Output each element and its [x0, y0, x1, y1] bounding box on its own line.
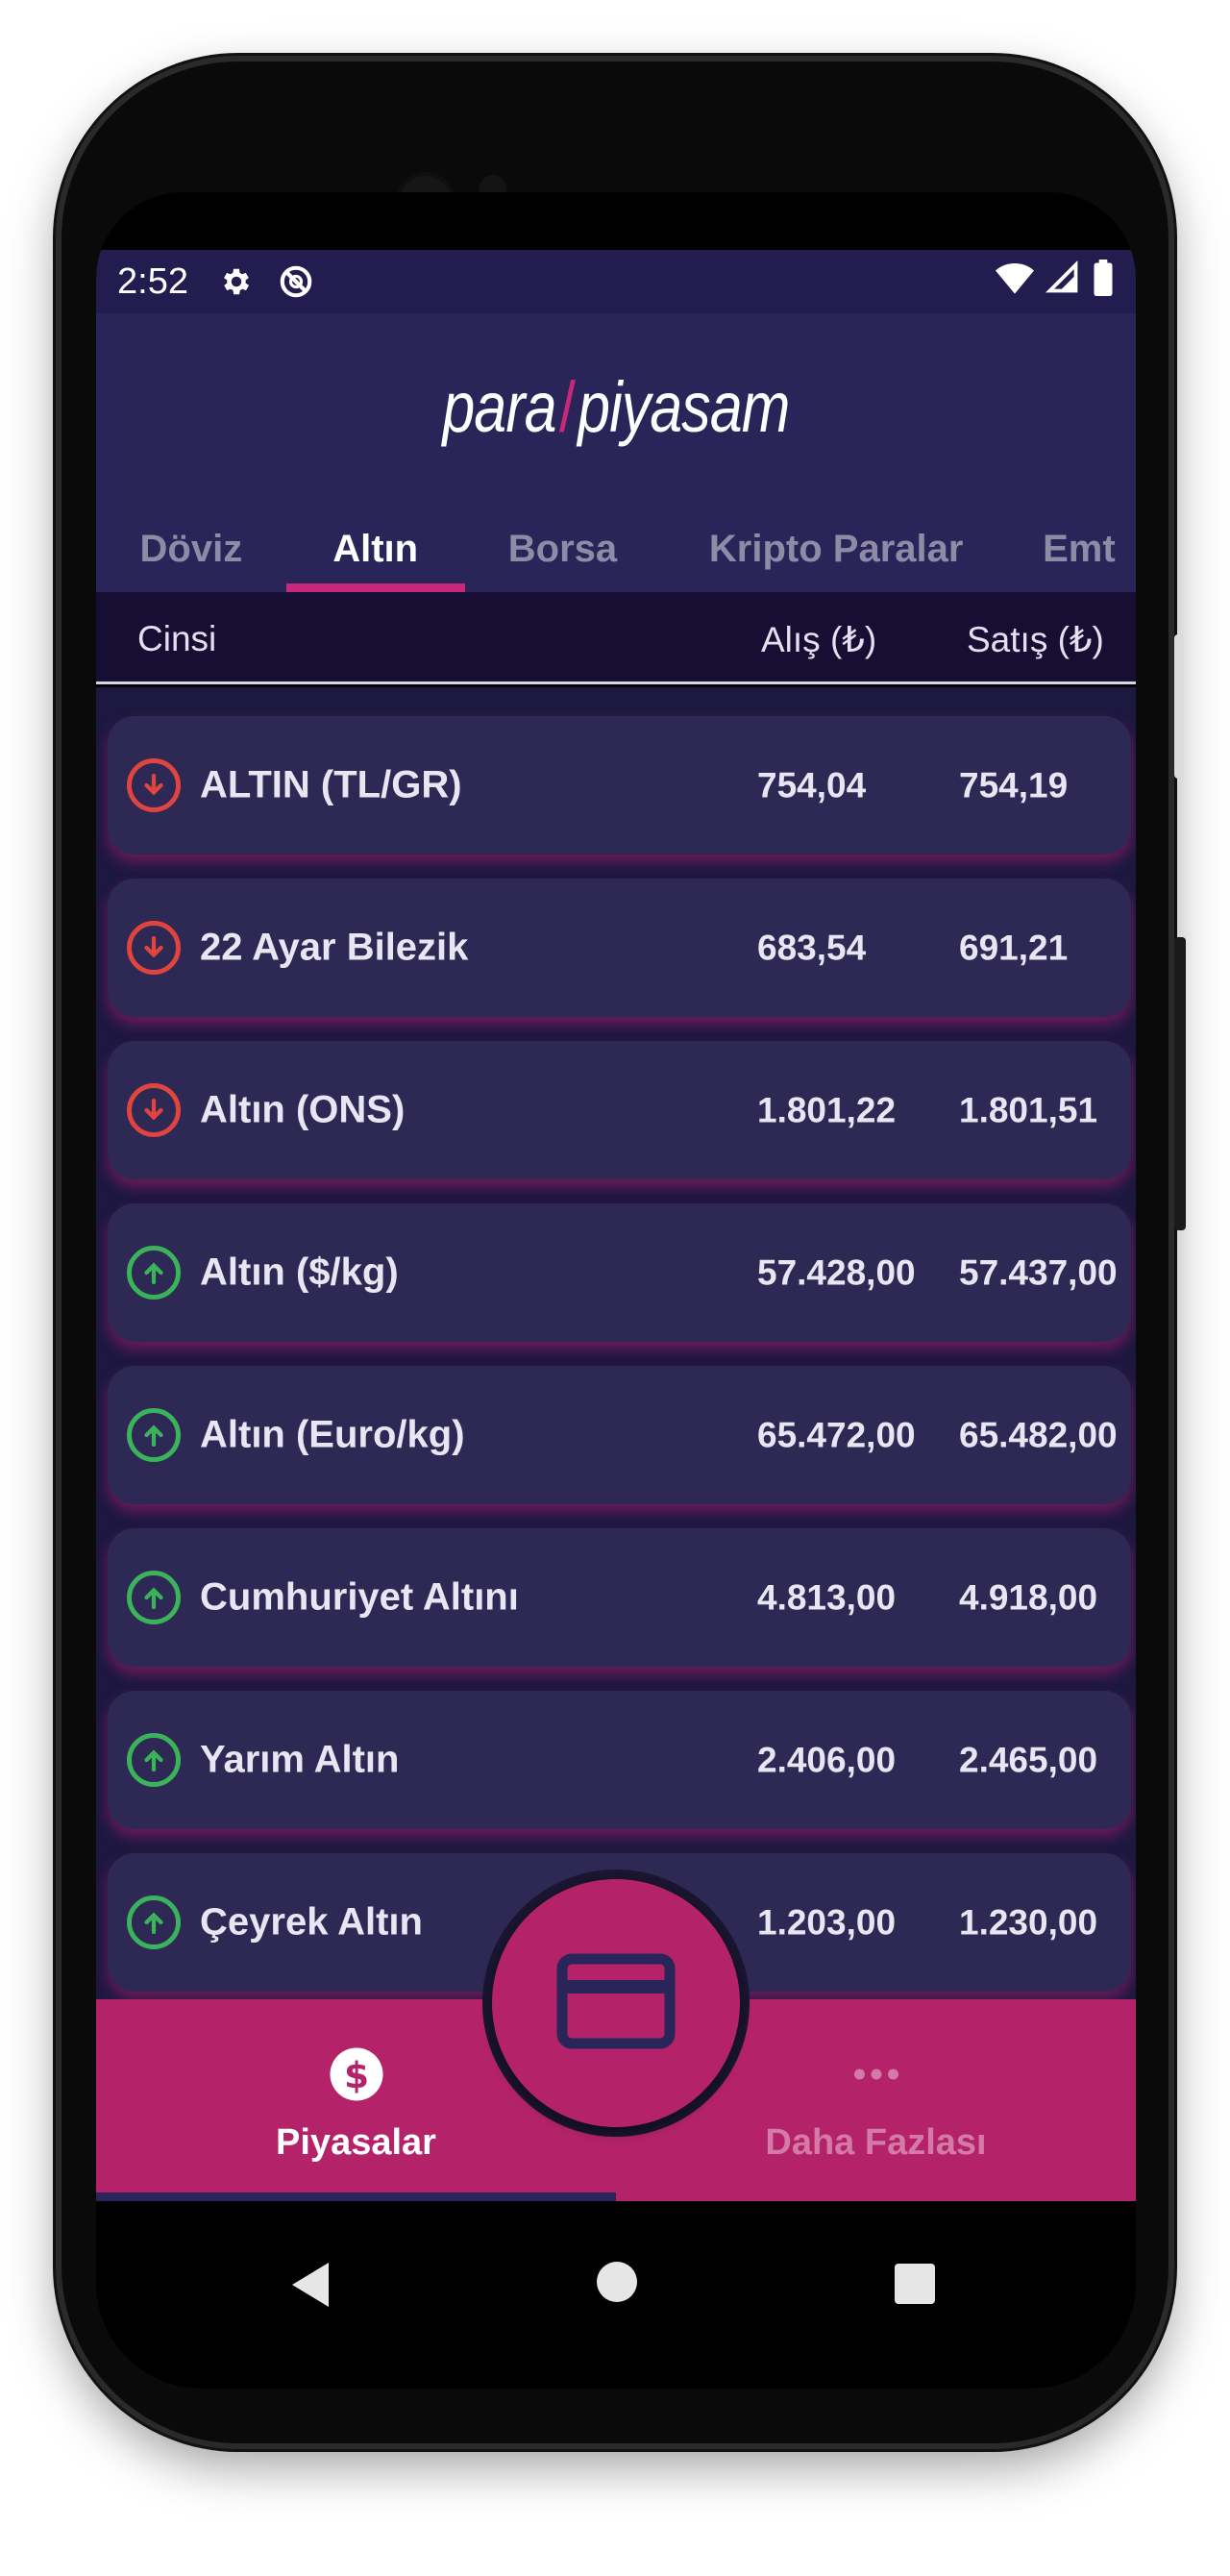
row-name: Yarım Altın	[200, 1738, 400, 1781]
table-header: Cinsi Alış (₺) Satış (₺)	[96, 592, 1136, 684]
app-logo: para/piyasam	[442, 367, 790, 447]
gear-icon	[217, 262, 256, 301]
logo-text-left: para	[442, 367, 556, 447]
row-sell-price: 65.482,00	[959, 1415, 1118, 1455]
back-icon[interactable]	[290, 2261, 332, 2313]
row-buy-price: 4.813,00	[757, 1577, 897, 1618]
status-bar: 2:52	[96, 250, 1136, 313]
table-row[interactable]: Altın (Euro/kg) 65.472,00 65.482,00	[108, 1366, 1131, 1504]
trend-down-icon	[127, 1083, 181, 1137]
tab-doviz[interactable]: Döviz	[96, 482, 286, 592]
table-row[interactable]: 22 Ayar Bilezik 683,54 691,21	[108, 879, 1131, 1017]
app-header: para/piyasam Döviz Altın Borsa Kripto Pa…	[96, 313, 1136, 592]
row-sell-price: 2.465,00	[959, 1740, 1098, 1780]
row-buy-price: 57.428,00	[757, 1252, 916, 1293]
screen: 2:52 para/piyasam Döviz Altın Borsa Krip…	[96, 192, 1136, 2389]
gold-price-list: ALTIN (TL/GR) 754,04 754,19 22 Ayar Bile…	[96, 687, 1136, 2023]
trend-up-icon	[127, 1246, 181, 1300]
row-buy-price: 1.203,00	[757, 1902, 897, 1943]
row-buy-price: 65.472,00	[757, 1415, 916, 1455]
sync-off-icon	[277, 262, 315, 301]
column-header-sell: Satış (₺)	[967, 620, 1104, 659]
row-buy-price: 2.406,00	[757, 1740, 897, 1780]
trend-up-icon	[127, 1571, 181, 1624]
status-time: 2:52	[117, 260, 188, 302]
tab-borsa[interactable]: Borsa	[465, 482, 661, 592]
trend-down-icon	[127, 758, 181, 812]
row-sell-price: 754,19	[959, 765, 1069, 805]
row-sell-price: 57.437,00	[959, 1252, 1118, 1293]
trend-up-icon	[127, 1733, 181, 1787]
row-name: 22 Ayar Bilezik	[200, 926, 469, 969]
battery-icon	[1092, 259, 1115, 305]
nav-label: Piyasalar	[276, 2122, 436, 2163]
dollar-icon: $	[328, 2045, 385, 2103]
table-row[interactable]: Altın (ONS) 1.801,22 1.801,51	[108, 1041, 1131, 1179]
trend-down-icon	[127, 921, 181, 975]
row-name: Altın ($/kg)	[200, 1251, 399, 1294]
row-name: Çeyrek Altın	[200, 1900, 423, 1944]
tab-altin[interactable]: Altın	[285, 482, 465, 592]
home-icon[interactable]	[594, 2259, 640, 2309]
more-icon	[848, 2045, 905, 2103]
table-row[interactable]: Yarım Altın 2.406,00 2.465,00	[108, 1691, 1131, 1829]
signal-icon	[1045, 260, 1080, 304]
row-name: ALTIN (TL/GR)	[200, 763, 462, 806]
column-header-buy: Alış (₺)	[761, 620, 877, 659]
row-buy-price: 754,04	[757, 765, 867, 805]
category-tabs: Döviz Altın Borsa Kripto Paralar Emt	[96, 482, 1136, 592]
card-fab-button[interactable]	[492, 1879, 740, 2127]
logo-text-right: piyasam	[578, 367, 790, 447]
power-button	[1174, 937, 1186, 1230]
wifi-icon	[996, 260, 1034, 304]
recents-icon[interactable]	[894, 2263, 936, 2309]
row-sell-price: 1.801,51	[959, 1090, 1098, 1130]
table-row[interactable]: ALTIN (TL/GR) 754,04 754,19	[108, 716, 1131, 855]
row-sell-price: 1.230,00	[959, 1902, 1098, 1943]
svg-text:$: $	[343, 2054, 368, 2096]
card-icon	[556, 1953, 676, 2053]
trend-up-icon	[127, 1895, 181, 1949]
row-name: Cumhuriyet Altını	[200, 1575, 519, 1619]
row-name: Altın (Euro/kg)	[200, 1413, 465, 1456]
tab-emtia[interactable]: Emt	[1012, 482, 1136, 592]
row-sell-price: 691,21	[959, 928, 1069, 968]
trend-up-icon	[127, 1408, 181, 1462]
column-header-name: Cinsi	[137, 619, 217, 658]
row-buy-price: 1.801,22	[757, 1090, 897, 1130]
volume-button	[1174, 634, 1184, 779]
nav-label: Daha Fazlası	[765, 2122, 987, 2163]
table-row[interactable]: Altın ($/kg) 57.428,00 57.437,00	[108, 1203, 1131, 1342]
row-name: Altın (ONS)	[200, 1088, 406, 1131]
system-navigation-bar	[96, 2201, 1136, 2389]
row-sell-price: 4.918,00	[959, 1577, 1098, 1618]
table-row[interactable]: Cumhuriyet Altını 4.813,00 4.918,00	[108, 1528, 1131, 1667]
tab-kripto-paralar[interactable]: Kripto Paralar	[660, 482, 1012, 592]
row-buy-price: 683,54	[757, 928, 867, 968]
